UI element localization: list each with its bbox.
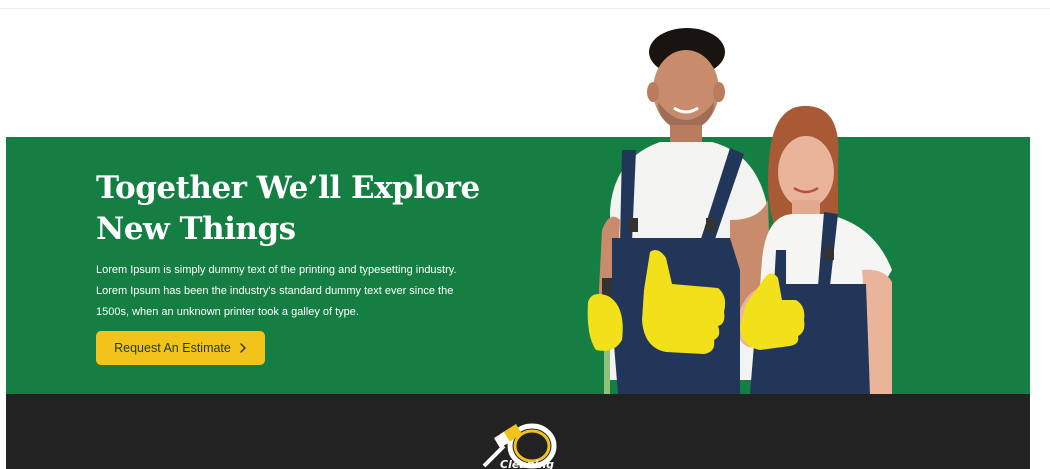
logo-text: Cleaning bbox=[500, 458, 555, 469]
hero-title: Together We’ll Explore New Things bbox=[96, 168, 516, 250]
hero-title-line-2: New Things bbox=[96, 211, 296, 247]
request-estimate-button[interactable]: Request An Estimate bbox=[96, 331, 265, 365]
page: Together We’ll Explore New Things Lorem … bbox=[0, 0, 1050, 469]
hero-description: Lorem Ipsum is simply dummy text of the … bbox=[96, 264, 457, 318]
request-estimate-label: Request An Estimate bbox=[114, 341, 231, 355]
hero-title-line-1: Together We’ll Explore bbox=[96, 170, 480, 206]
cleaners-photo bbox=[587, 28, 892, 394]
top-divider bbox=[0, 8, 1050, 9]
chevron-right-icon bbox=[240, 343, 246, 353]
